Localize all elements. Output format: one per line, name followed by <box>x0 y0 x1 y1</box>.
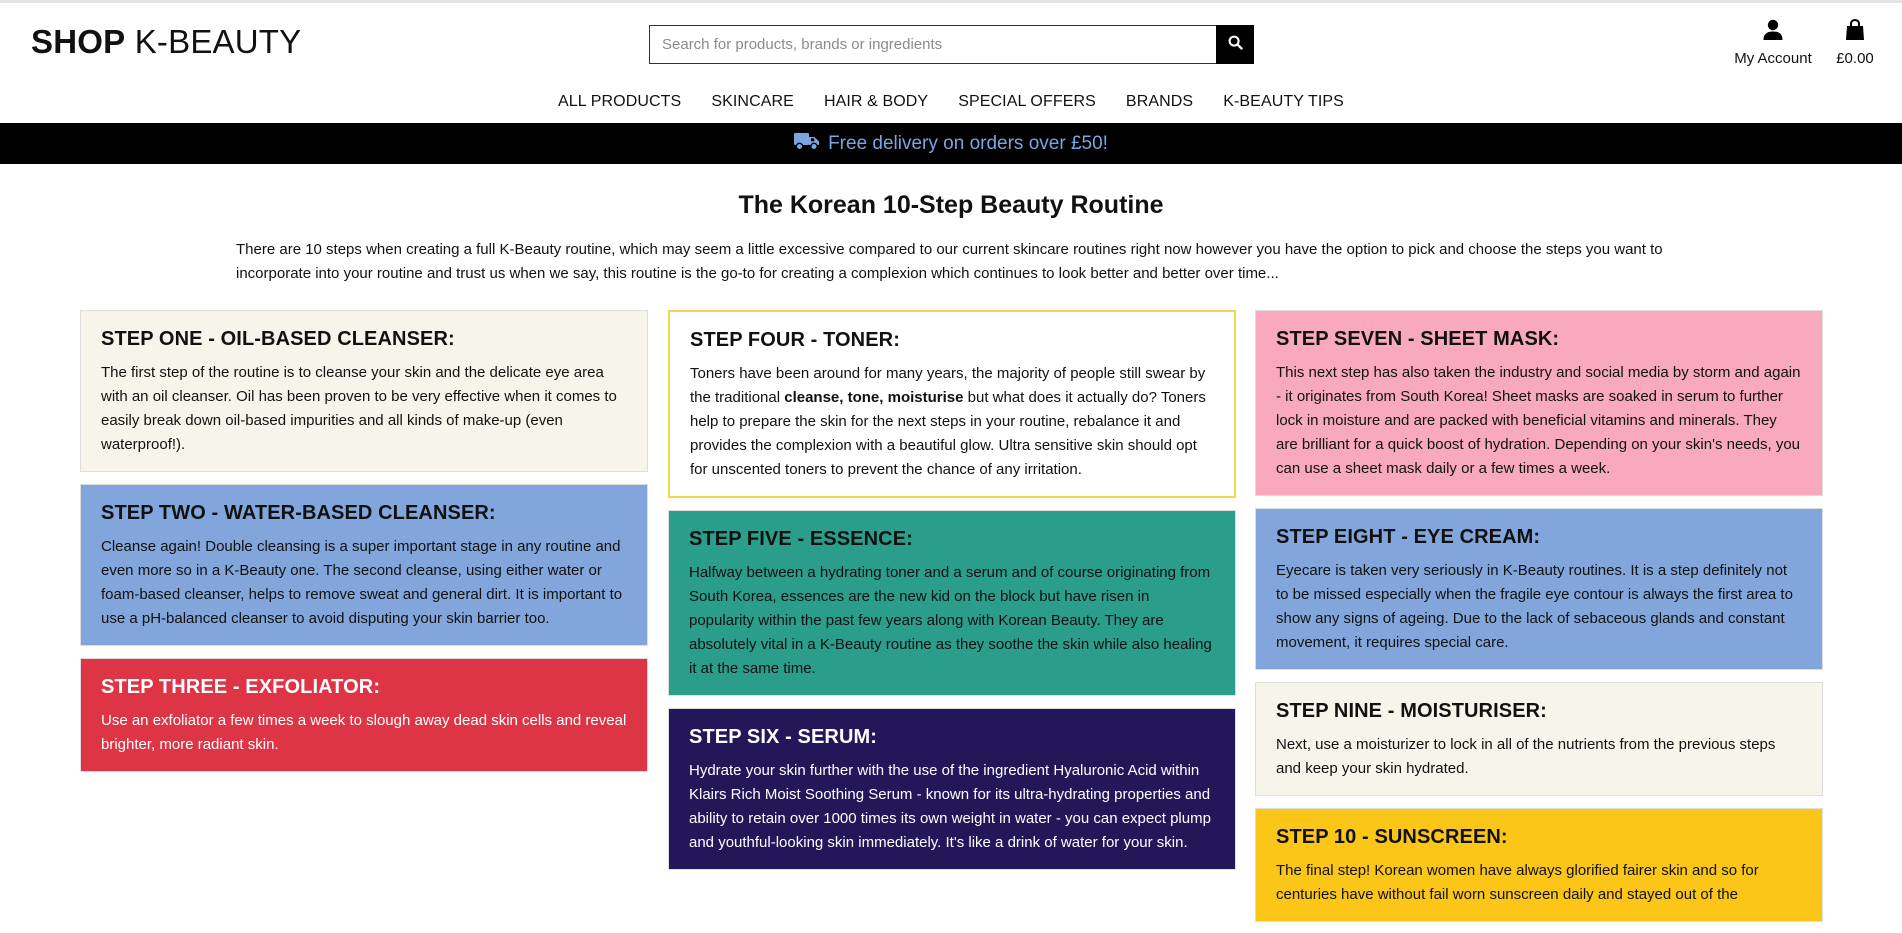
step-title: STEP ONE - OIL-BASED CLEANSER: <box>101 328 455 350</box>
step-text: The first step of the routine is to clea… <box>101 364 617 453</box>
step-text: Use an exfoliator a few times a week to … <box>101 712 627 753</box>
search-button[interactable] <box>1216 25 1254 64</box>
step-card-6: STEP SIX - SERUM: Hydrate your skin furt… <box>668 708 1236 870</box>
step-card-9: STEP NINE - MOISTURISER: Next, use a moi… <box>1255 682 1823 796</box>
page-title: The Korean 10-Step Beauty Routine <box>738 191 1164 219</box>
step-text: Cleanse again! Double cleansing is a sup… <box>101 538 623 627</box>
step-card-2: STEP TWO - WATER-BASED CLEANSER: Cleanse… <box>80 484 648 646</box>
shopping-bag-icon <box>1845 18 1865 45</box>
step-text: This next step has also taken the indust… <box>1276 364 1801 477</box>
step-title: STEP NINE - MOISTURISER: <box>1276 700 1547 722</box>
bag-total: £0.00 <box>1836 50 1874 67</box>
step-title: STEP FIVE - ESSENCE: <box>689 528 913 550</box>
step-title: STEP SEVEN - SHEET MASK: <box>1276 328 1560 350</box>
my-account-label: My Account <box>1734 50 1812 67</box>
step-text: Toners have been around for many years, … <box>690 362 1214 482</box>
logo-bold-text: SHOP <box>31 23 126 60</box>
truck-icon <box>794 131 820 156</box>
nav-skincare[interactable]: SKINCARE <box>696 93 809 111</box>
step-text-bold: cleanse, tone, moisturise <box>784 389 964 406</box>
step-title: STEP SIX - SERUM: <box>689 726 878 748</box>
step-card-10: STEP 10 - SUNSCREEN: The final step! Kor… <box>1255 808 1823 922</box>
site-logo[interactable]: SHOP K-BEAUTY <box>31 23 301 61</box>
step-text: The final step! Korean women have always… <box>1276 862 1759 903</box>
steps-column-3: STEP SEVEN - SHEET MASK: This next step … <box>1255 310 1823 934</box>
search-input[interactable] <box>649 25 1216 64</box>
step-text: Eyecare is taken very seriously in K-Bea… <box>1276 562 1793 651</box>
step-title: STEP FOUR - TONER: <box>690 329 900 351</box>
step-card-4: STEP FOUR - TONER: Toners have been arou… <box>668 310 1236 498</box>
intro-text: There are 10 steps when creating a full … <box>236 241 1663 282</box>
my-account-link[interactable]: My Account <box>1728 19 1818 67</box>
step-text: Next, use a moisturizer to lock in all o… <box>1276 736 1776 777</box>
nav-hair-body[interactable]: HAIR & BODY <box>809 93 943 111</box>
main-nav: ALL PRODUCTS SKINCARE HAIR & BODY SPECIA… <box>0 93 1902 111</box>
step-card-3: STEP THREE - EXFOLIATOR: Use an exfoliat… <box>80 658 648 772</box>
banner-text: Free delivery on orders over £50! <box>828 132 1108 154</box>
step-card-7: STEP SEVEN - SHEET MASK: This next step … <box>1255 310 1823 496</box>
nav-all-products[interactable]: ALL PRODUCTS <box>543 93 696 111</box>
step-title: STEP 10 - SUNSCREEN: <box>1276 826 1508 848</box>
step-card-1: STEP ONE - OIL-BASED CLEANSER: The first… <box>80 310 648 472</box>
search-bar <box>649 25 1254 64</box>
nav-special-offers[interactable]: SPECIAL OFFERS <box>943 93 1111 111</box>
step-card-8: STEP EIGHT - EYE CREAM: Eyecare is taken… <box>1255 508 1823 670</box>
user-icon <box>1763 19 1783 45</box>
nav-brands[interactable]: BRANDS <box>1111 93 1208 111</box>
steps-column-2: STEP FOUR - TONER: Toners have been arou… <box>668 310 1236 882</box>
step-title: STEP EIGHT - EYE CREAM: <box>1276 526 1541 548</box>
step-text: Hydrate your skin further with the use o… <box>689 762 1211 851</box>
shopping-bag-link[interactable]: £0.00 <box>1828 18 1882 67</box>
step-title: STEP TWO - WATER-BASED CLEANSER: <box>101 502 496 524</box>
site-header: SHOP K-BEAUTY My Account <box>0 3 1902 123</box>
steps-column-1: STEP ONE - OIL-BASED CLEANSER: The first… <box>80 310 648 784</box>
delivery-banner: Free delivery on orders over £50! <box>0 123 1902 164</box>
nav-k-beauty-tips[interactable]: K-BEAUTY TIPS <box>1208 93 1359 111</box>
logo-text: K-BEAUTY <box>134 23 302 60</box>
search-icon <box>1228 35 1243 55</box>
step-text: Halfway between a hydrating toner and a … <box>689 564 1212 677</box>
step-title: STEP THREE - EXFOLIATOR: <box>101 676 381 698</box>
step-card-5: STEP FIVE - ESSENCE: Halfway between a h… <box>668 510 1236 696</box>
